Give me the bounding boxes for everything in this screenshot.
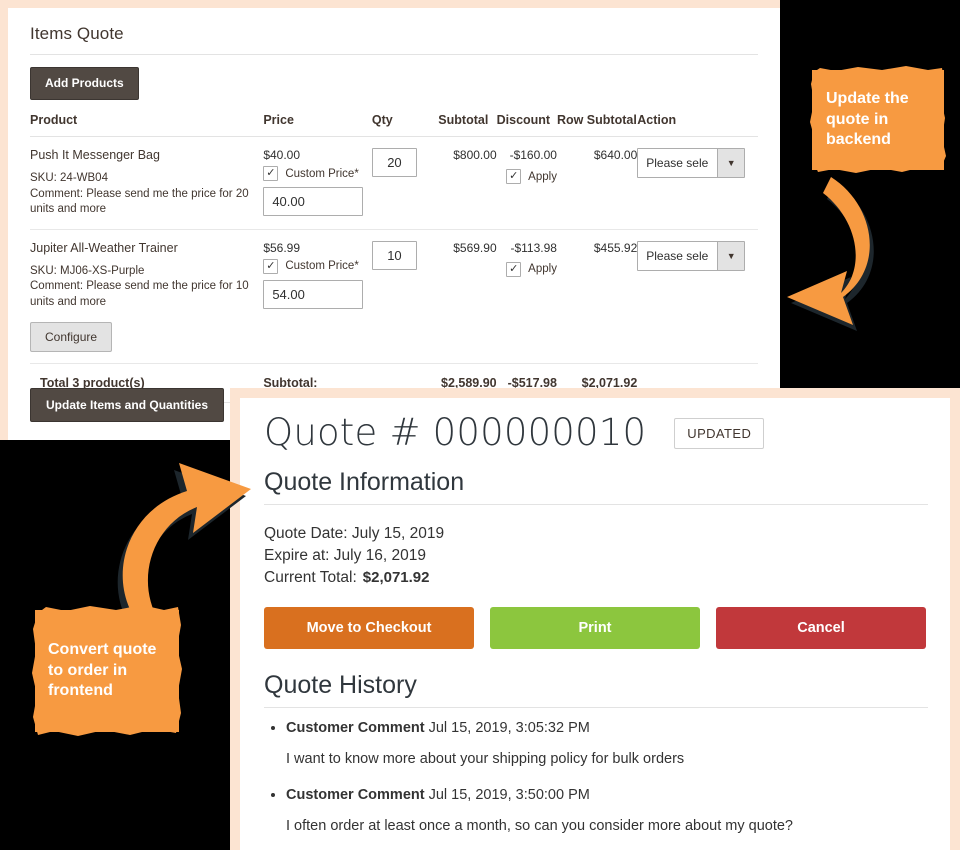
price-value: $56.99: [263, 240, 301, 255]
custom-price-label: Custom Price*: [285, 260, 359, 273]
discount-cell: -$160.00 ✓ Apply: [496, 136, 557, 230]
product-comment: Comment: Please send me the price for 10…: [30, 280, 249, 308]
price-value: $40.00: [263, 148, 301, 162]
checkbox-checked-icon[interactable]: ✓: [506, 261, 522, 277]
custom-price-label: Custom Price*: [285, 167, 359, 180]
print-button[interactable]: Print: [490, 606, 700, 649]
table-row: Push It Messenger Bag SKU: 24-WB04 Comme…: [30, 136, 758, 230]
column-header-action: Action: [637, 113, 758, 137]
quote-history-heading: Quote History: [264, 671, 928, 708]
history-body: I want to know more about your shipping …: [286, 750, 685, 767]
current-total-value: $2,071.92: [362, 568, 430, 586]
row-subtotal-cell: $455.92: [556, 229, 638, 365]
custom-price-input[interactable]: [263, 279, 364, 309]
callout-frontend-text: Convert quote to order in frontend: [48, 641, 157, 700]
qty-input[interactable]: [371, 240, 417, 270]
history-body: I often order at least once a month, so …: [286, 817, 793, 834]
product-name: Jupiter All-Weather Trainer: [30, 240, 178, 255]
subtotal-value: $569.90: [453, 240, 497, 255]
list-item: Customer Comment Jul 15, 2019, 3:50:00 P…: [286, 785, 928, 836]
checkbox-checked-icon[interactable]: ✓: [506, 169, 522, 184]
price-cell: $40.00 ✓ Custom Price*: [263, 136, 372, 230]
list-item: Customer Comment Jul 15, 2019, 3:05:32 P…: [286, 718, 928, 769]
product-sku: SKU: 24-WB04: [30, 172, 108, 184]
table-header: Product Price Qty Subtotal Discount Row …: [30, 113, 758, 137]
cancel-button[interactable]: Cancel: [716, 606, 926, 649]
add-products-button[interactable]: Add Products: [30, 67, 139, 100]
action-select-value: Please sele: [646, 248, 709, 263]
action-select[interactable]: Please sele ▼: [637, 148, 746, 178]
subtotal-value: $800.00: [453, 148, 497, 162]
quote-title: Quote # 000000010: [264, 411, 647, 454]
items-quote-table: Product Price Qty Subtotal Discount Row …: [30, 113, 758, 404]
column-header-qty: Qty: [371, 113, 439, 137]
product-name: Push It Messenger Bag: [30, 148, 160, 162]
product-comment: Comment: Please send me the price for 20…: [30, 187, 249, 216]
history-date: Jul 15, 2019, 3:50:00 PM: [428, 786, 590, 803]
arrow-to-backend-icon: [787, 177, 874, 331]
callout-backend-text: Update the quote in backend: [826, 90, 909, 149]
history-author: Customer Comment: [286, 719, 425, 736]
action-select-value: Please sele: [646, 156, 709, 170]
checkbox-checked-icon[interactable]: ✓: [263, 258, 279, 274]
quote-information-block: Quote Date: July 15, 2019 Expire at: Jul…: [264, 523, 928, 589]
row-subtotal-value: $455.92: [593, 240, 638, 255]
callout-backend: Update the quote in backend: [810, 66, 946, 174]
column-header-discount: Discount: [496, 113, 557, 137]
apply-label: Apply: [528, 170, 557, 183]
qty-input[interactable]: [371, 148, 417, 177]
discount-cell: -$113.98 ✓ Apply: [496, 229, 557, 365]
current-total-label: Current Total:: [264, 568, 357, 586]
qty-cell: [371, 136, 439, 230]
column-header-price: Price: [263, 113, 372, 137]
page-title: Items Quote: [30, 22, 758, 55]
callout-frontend: Convert quote to order in frontend: [32, 605, 182, 737]
frontend-quote-panel: Quote # 000000010 UPDATED Quote Informat…: [230, 388, 960, 850]
chevron-down-icon[interactable]: ▼: [717, 149, 745, 177]
subtotal-cell: $800.00: [438, 136, 497, 230]
history-author: Customer Comment: [286, 786, 425, 803]
column-header-subtotal: Subtotal: [438, 113, 497, 137]
column-header-product: Product: [30, 113, 264, 137]
quote-title-row: Quote # 000000010 UPDATED: [264, 411, 928, 454]
row-subtotal-value: $640.00: [593, 148, 638, 162]
configure-button[interactable]: Configure: [30, 322, 113, 353]
backend-admin-panel: Items Quote Add Products Product Price Q…: [0, 0, 780, 440]
discount-value: -$160.00: [509, 148, 557, 162]
custom-price-toggle[interactable]: ✓ Custom Price*: [263, 258, 372, 274]
screenshot-stage: Items Quote Add Products Product Price Q…: [0, 0, 960, 850]
move-to-checkout-button[interactable]: Move to Checkout: [264, 606, 474, 649]
quote-expire-at: Expire at: July 16, 2019: [264, 546, 426, 564]
custom-price-toggle[interactable]: ✓ Custom Price*: [263, 166, 372, 181]
quote-card: Quote # 000000010 UPDATED Quote Informat…: [240, 398, 950, 850]
column-header-row-subtotal: Row Subtotal: [556, 113, 638, 137]
subtotal-cell: $569.90: [438, 229, 497, 365]
checkbox-checked-icon[interactable]: ✓: [263, 166, 279, 181]
items-quote-card: Items Quote Add Products Product Price Q…: [8, 8, 780, 440]
table-row: Jupiter All-Weather Trainer SKU: MJ06-XS…: [30, 229, 758, 365]
product-cell: Push It Messenger Bag SKU: 24-WB04 Comme…: [30, 136, 264, 230]
discount-value: -$113.98: [510, 240, 557, 255]
quote-date: Quote Date: July 15, 2019: [264, 524, 445, 542]
quote-history-list: Customer Comment Jul 15, 2019, 3:05:32 P…: [264, 708, 928, 836]
apply-label: Apply: [528, 263, 557, 276]
qty-cell: [371, 229, 439, 365]
custom-price-input[interactable]: [263, 187, 364, 216]
update-items-and-quantities-button[interactable]: Update Items and Quantities: [30, 388, 225, 422]
quote-current-total-row: Current Total: $2,071.92: [264, 567, 928, 589]
price-cell: $56.99 ✓ Custom Price*: [263, 229, 372, 365]
quote-action-buttons: Move to Checkout Print Cancel: [264, 606, 928, 649]
apply-discount-toggle[interactable]: ✓ Apply: [497, 261, 557, 277]
action-select[interactable]: Please sele ▼: [637, 240, 746, 271]
product-cell: Jupiter All-Weather Trainer SKU: MJ06-XS…: [30, 229, 264, 365]
quote-information-heading: Quote Information: [264, 468, 928, 505]
status-badge: UPDATED: [674, 417, 765, 449]
product-sku: SKU: MJ06-XS-Purple: [30, 264, 145, 277]
apply-discount-toggle[interactable]: ✓ Apply: [497, 169, 557, 184]
table-body: Push It Messenger Bag SKU: 24-WB04 Comme…: [30, 136, 758, 404]
row-subtotal-cell: $640.00: [556, 136, 638, 230]
history-date: Jul 15, 2019, 3:05:32 PM: [428, 719, 590, 736]
